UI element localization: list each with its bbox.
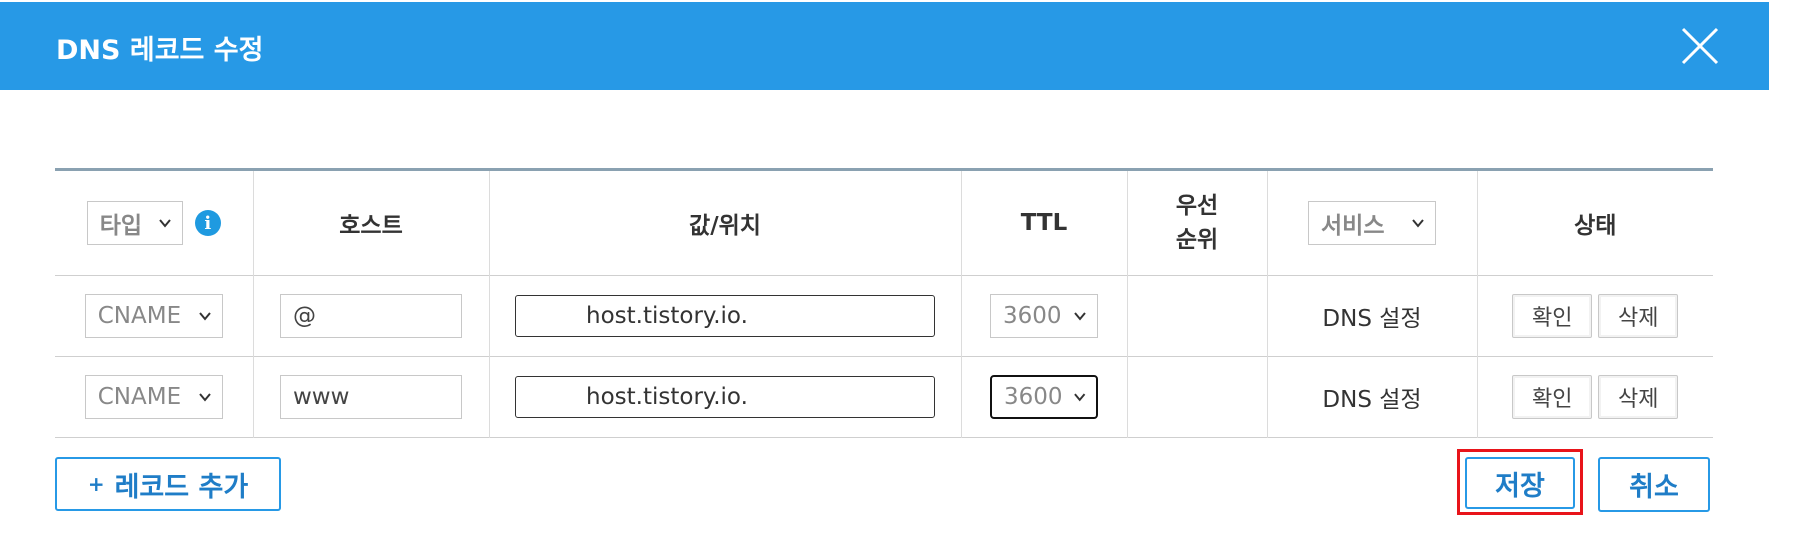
close-button[interactable] (1677, 23, 1723, 69)
cell-host: www (253, 356, 490, 438)
confirm-button[interactable]: 확인 (1512, 375, 1593, 419)
chevron-down-icon (1074, 312, 1086, 321)
header-value: 값/위치 (489, 169, 962, 276)
cell-status: 확인 삭제 (1477, 357, 1713, 438)
value-input[interactable]: host.tistory.io. (515, 376, 935, 418)
service-filter-label: 서비스 (1321, 213, 1385, 239)
chevron-down-icon (198, 393, 211, 402)
type-filter-label: 타입 (99, 213, 143, 239)
service-text: DNS 설정 (1322, 387, 1422, 413)
confirm-button[interactable]: 확인 (1512, 294, 1593, 338)
type-filter-select[interactable]: 타입 (86, 201, 183, 245)
host-input[interactable]: www (280, 375, 462, 419)
chevron-down-icon (1073, 393, 1085, 402)
service-filter-select[interactable]: 서비스 (1308, 201, 1436, 245)
cell-status: 확인 삭제 (1477, 276, 1713, 357)
plus-icon: + (87, 472, 105, 496)
header-type: 타입 i (55, 169, 254, 276)
chevron-down-icon (198, 312, 211, 321)
header-priority: 우선 순위 (1127, 169, 1268, 276)
dns-records-table: 타입 i 호스트 값/위치 TTL 우선 순위 서비스 상태 CNAME @ h… (55, 168, 1713, 438)
type-select[interactable]: CNAME (84, 294, 223, 338)
cell-type: CNAME (55, 275, 254, 357)
type-value: CNAME (97, 303, 182, 329)
chevron-down-icon (1412, 219, 1424, 228)
info-icon[interactable]: i (194, 210, 221, 236)
ttl-value: 3600 (1004, 384, 1063, 410)
service-text: DNS 설정 (1322, 306, 1422, 332)
value-input[interactable]: host.tistory.io. (515, 295, 935, 337)
table-row: CNAME www host.tistory.io. 3600 DNS 설정 확… (55, 356, 1713, 438)
cell-type: CNAME (55, 356, 254, 438)
ttl-value: 3600 (1003, 303, 1062, 329)
delete-button[interactable]: 삭제 (1598, 375, 1679, 419)
header-service: 서비스 (1267, 169, 1478, 276)
dialog-title: DNS 레코드 수정 (56, 35, 264, 66)
add-record-button[interactable]: + 레코드 추가 (55, 457, 281, 511)
header-host: 호스트 (253, 169, 490, 276)
header-status: 상태 (1574, 213, 1617, 239)
ttl-select[interactable]: 3600 (990, 294, 1098, 338)
cell-priority (1127, 356, 1268, 438)
cell-value: host.tistory.io. (489, 356, 962, 438)
header-priority-label: 우선 순위 (1175, 193, 1219, 253)
cell-service: DNS 설정 (1267, 275, 1478, 357)
cell-service: DNS 설정 (1267, 356, 1478, 438)
dialog-header: DNS 레코드 수정 (0, 2, 1769, 90)
cell-value: host.tistory.io. (489, 275, 962, 357)
cell-ttl: 3600 (961, 356, 1128, 438)
delete-button[interactable]: 삭제 (1598, 294, 1679, 338)
type-value: CNAME (97, 384, 182, 410)
chevron-down-icon (158, 219, 171, 228)
add-record-label: 레코드 추가 (114, 471, 249, 503)
cell-ttl: 3600 (961, 275, 1128, 357)
close-icon (1681, 27, 1719, 65)
cancel-button[interactable]: 취소 (1598, 457, 1710, 512)
table-row: CNAME @ host.tistory.io. 3600 DNS 설정 확인 … (55, 275, 1713, 357)
host-input[interactable]: @ (280, 294, 462, 338)
cell-host: @ (253, 275, 490, 357)
header-ttl: TTL (961, 169, 1128, 276)
save-button[interactable]: 저장 (1465, 457, 1575, 509)
ttl-select[interactable]: 3600 (990, 375, 1098, 419)
type-select[interactable]: CNAME (84, 375, 223, 419)
table-header-row: 타입 i 호스트 값/위치 TTL 우선 순위 서비스 상태 (55, 169, 1713, 276)
cell-priority (1127, 275, 1268, 357)
